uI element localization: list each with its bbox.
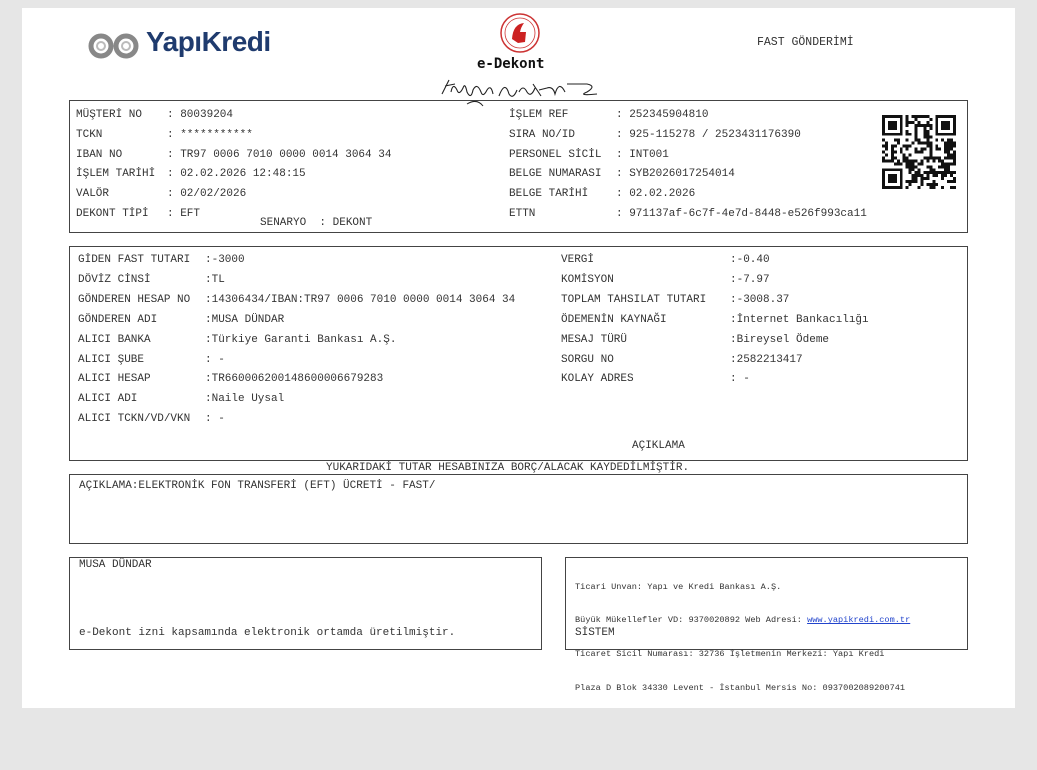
field-label: DÖVİZ CİNSİ (78, 273, 151, 286)
qr-code-icon (882, 115, 956, 189)
field-label: ETTN (509, 208, 536, 220)
electronic-notice: e-Dekont izni kapsamında elektronik orta… (79, 627, 456, 639)
field-value: : - (205, 413, 225, 426)
field-value: : 252345904810 (616, 109, 709, 121)
field-label: ALICI BANKA (78, 333, 151, 346)
field-value: : *********** (167, 128, 253, 141)
field-value: : EFT (167, 208, 201, 220)
field-value: :Türkiye Garanti Bankası A.Ş. (205, 333, 397, 346)
yapikredi-logo: YapıKredi (86, 26, 271, 98)
field-label: ALICI TCKN/VD/VKN (78, 413, 191, 426)
field-label: KOLAY ADRES (561, 373, 634, 386)
field-label: ALICI ŞUBE (78, 353, 145, 366)
seal-icon (500, 13, 540, 53)
field-value: :-3008.37 (730, 293, 790, 306)
debit-credit-notice: YUKARIDAKİ TUTAR HESABINIZA BORÇ/ALACAK … (326, 462, 690, 474)
receipt-page: YapıKredi e-Dekont FAST GÖNDERİMİ MÜŞTER… (22, 8, 1015, 708)
bank-website-link[interactable]: www.yapikredi.com.tr (807, 615, 910, 625)
field-label: DEKONT TİPİ (76, 208, 149, 220)
field-label: TCKN (76, 128, 103, 141)
field-label: SIRA NO/ID (509, 128, 576, 141)
field-value: : TR97 0006 7010 0000 0014 3064 34 (167, 148, 392, 161)
field-value: :MUSA DÜNDAR (205, 313, 285, 326)
bank-address-line: Plaza D Blok 34330 Levent - İstanbul Mer… (575, 683, 906, 694)
field-label: İŞLEM TARİHİ (76, 168, 156, 181)
field-label: PERSONEL SİCİL (509, 148, 602, 161)
bank-tax-text: Büyük Mükellefler VD: 9370020892 Web Adr… (575, 615, 808, 626)
transfer-type: FAST GÖNDERİMİ (757, 36, 854, 49)
field-value: : SYB2026017254014 (616, 168, 735, 181)
scenario-value: : DEKONT (319, 217, 373, 229)
bank-logo-text: YapıKredi (146, 26, 271, 57)
field-value: : 925-115278 / 2523431176390 (616, 128, 801, 141)
system-label: SİSTEM (575, 627, 615, 639)
field-label: GÖNDEREN ADI (78, 313, 158, 326)
field-label: GÖNDEREN HESAP NO (78, 293, 191, 306)
bank-info-box: Ticari Unvan: Yapı ve Kredi Bankası A.Ş.… (565, 557, 968, 693)
customer-name: MUSA DÜNDAR (79, 559, 152, 571)
bank-legal-info: Ticari Unvan: Yapı ve Kredi Bankası A.Ş.… (575, 559, 910, 717)
field-value: : 971137af-6c7f-4e7d-8448-e526f993ca11 (616, 208, 867, 220)
field-label: MESAJ TÜRÜ (561, 333, 628, 346)
field-value: :-7.97 (730, 273, 770, 286)
field-value: :2582213417 (730, 353, 803, 366)
field-value: : INT001 (616, 148, 669, 161)
field-value: :-0.40 (730, 254, 770, 266)
field-value: : 02.02.2026 12:48:15 (167, 168, 306, 181)
field-label: IBAN NO (76, 148, 123, 161)
field-label: VERGİ (561, 254, 595, 266)
field-value: :-3000 (205, 254, 245, 266)
field-label: VALÖR (76, 188, 110, 201)
field-value: : 02/02/2026 (167, 188, 247, 201)
field-label: BELGE NUMARASI (509, 168, 602, 181)
field-value: :TR660006200148600006679283 (205, 373, 384, 386)
field-value: : 80039204 (167, 109, 234, 121)
field-label: ALICI HESAP (78, 373, 151, 386)
description-text: AÇIKLAMA:ELEKTRONİK FON TRANSFERİ (EFT) … (79, 480, 436, 492)
field-label: KOMİSYON (561, 273, 614, 286)
transaction-details-box: GİDEN FAST TUTARI :-3000 DÖVİZ CİNSİ :TL GÖN… (69, 246, 968, 461)
field-label: BELGE TARİHİ (509, 188, 589, 201)
scenario-field: SENARYO : DEKONT (260, 216, 372, 230)
customer-info-box: MÜŞTERİ NO : 80039204 TCKN : *********** IBA… (69, 100, 968, 233)
field-label: ALICI ADI (78, 393, 138, 406)
bank-tax-line: Büyük Mükellefler VD: 9370020892 Web Adr… (575, 615, 910, 626)
field-label: MÜŞTERİ NO (76, 109, 143, 121)
field-label: ÖDEMENİN KAYNAĞI (561, 313, 667, 326)
field-value: : - (730, 373, 750, 386)
field-label: TOPLAM TAHSILAT TUTARI (561, 293, 707, 306)
field-value: : - (205, 353, 225, 366)
scenario-label: SENARYO (260, 217, 307, 229)
bank-registry-line: Ticaret Sicil Numarası: 32736 İşletmenin… (575, 649, 885, 660)
field-value: :TL (205, 273, 225, 286)
field-label: SORGU NO (561, 353, 614, 366)
field-value: :İnternet Bankacılığı (730, 313, 869, 326)
bank-title-line: Ticari Unvan: Yapı ve Kredi Bankası A.Ş. (575, 581, 782, 592)
field-value: :14306434/IBAN:TR97 0006 7010 0000 0014 … (205, 293, 516, 306)
field-label: İŞLEM REF (509, 109, 569, 121)
aciklama-heading: AÇIKLAMA (632, 440, 685, 452)
field-label: GİDEN FAST TUTARI (78, 254, 191, 266)
customer-signature-box: MUSA DÜNDAR e-Dekont izni kapsamında ele… (69, 557, 542, 650)
description-box: AÇIKLAMA:ELEKTRONİK FON TRANSFERİ (EFT) … (69, 474, 968, 544)
field-value: :Bireysel Ödeme (730, 333, 830, 346)
yapikredi-logo-icon (88, 33, 139, 59)
field-value: :Naile Uysal (205, 393, 285, 406)
field-value: : 02.02.2026 (616, 188, 696, 201)
